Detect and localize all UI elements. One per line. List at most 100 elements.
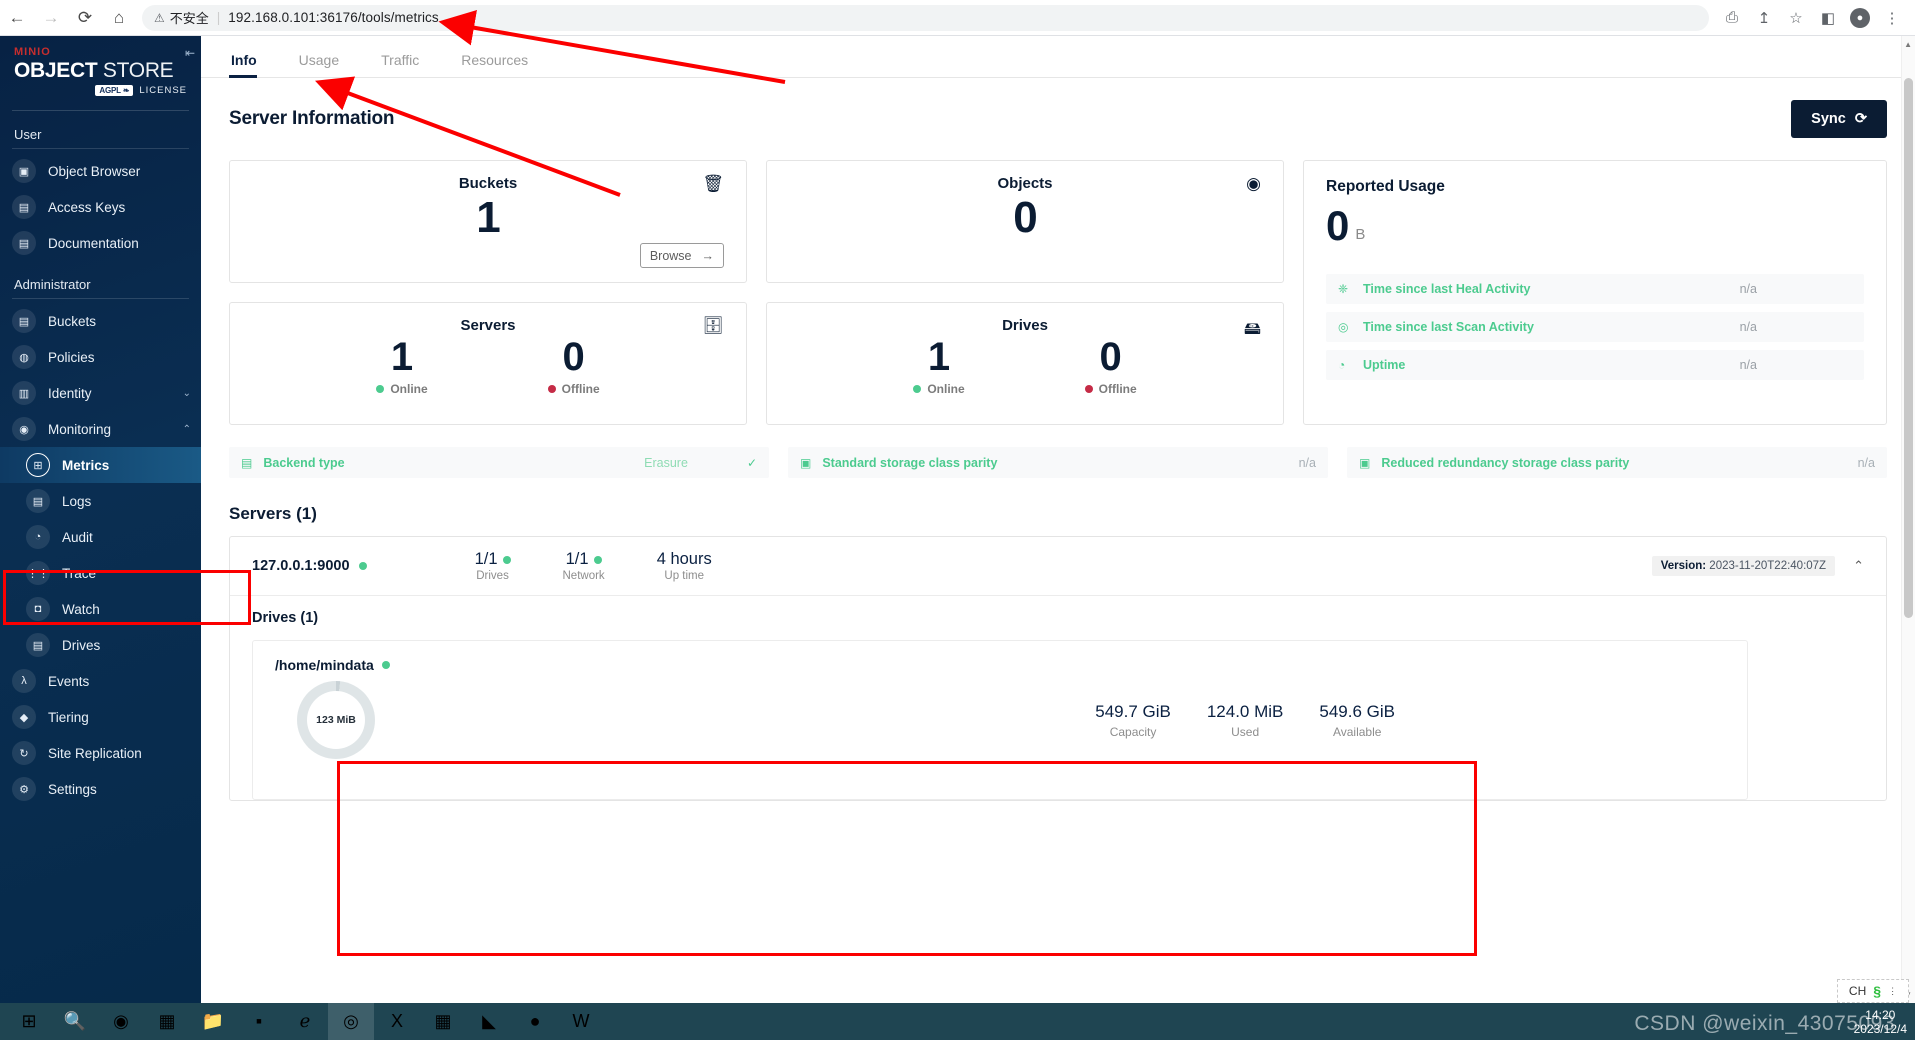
sidebar-item-policies[interactable]: ◍ Policies: [0, 339, 201, 375]
sidebar-item-monitoring[interactable]: ◉ Monitoring ⌃: [0, 411, 201, 447]
drives-icon: ▤: [26, 633, 50, 657]
sidebar-item-label: Logs: [62, 493, 92, 509]
remote-desktop-icon[interactable]: ▦: [144, 1003, 190, 1040]
wechat-icon[interactable]: ●: [512, 1003, 558, 1040]
sync-button[interactable]: Sync ⟳: [1791, 100, 1887, 138]
kebab-menu-icon[interactable]: ⋮: [1877, 3, 1907, 33]
scroll-up-icon[interactable]: ▲: [1904, 40, 1912, 49]
servers-online-label: Online: [390, 382, 428, 396]
taskbar-items: ⊞ 🔍 ◉ ▦ 📁 ▪ ℯ ◎ X ▦ ◣ ● W: [6, 1003, 604, 1040]
reported-usage-value: 0 B: [1326, 204, 1864, 248]
scrollbar-thumb[interactable]: [1904, 78, 1913, 618]
chevron-down-icon[interactable]: ⌄: [183, 388, 191, 399]
tab-info[interactable]: Info: [229, 52, 275, 78]
side-panel-icon[interactable]: ◧: [1813, 3, 1843, 33]
sidebar-item-label: Monitoring: [48, 421, 112, 437]
trace-icon: ⋮⋮: [26, 561, 50, 585]
address-bar[interactable]: ⚠ 不安全 | 192.168.0.101:36176/tools/metric…: [142, 4, 1709, 31]
sidebar-item-site-replication[interactable]: ↻ Site Replication: [0, 735, 201, 771]
parity-row: ▤ Backend type Erasure ✓ ▣ Standard storage c…: [229, 447, 1887, 478]
server-metric: 1/1 Network: [563, 550, 605, 582]
logo-object-store: OBJECT STORE: [14, 58, 187, 83]
translate-icon[interactable]: ⎙: [1717, 3, 1747, 33]
heal-activity-icon: ❈: [1338, 282, 1349, 296]
sidebar-item-tiering[interactable]: ◆ Tiering: [0, 699, 201, 735]
parity-item: ▣ Standard storage class parity n/a: [788, 447, 1328, 478]
browse-button[interactable]: Browse →: [639, 243, 724, 268]
sidebar-item-documentation[interactable]: ▤ Documentation: [0, 225, 201, 261]
license-label: LICENSE: [139, 85, 187, 96]
drives-offline-label: Offline: [1098, 382, 1137, 396]
usage-row-label: Time since last Scan Activity: [1363, 320, 1534, 334]
sidebar-group-divider: [12, 148, 189, 149]
xftp-icon[interactable]: ◣: [466, 1003, 512, 1040]
sidebar-item-events[interactable]: λ Events: [0, 663, 201, 699]
servers-online: 1 Online: [376, 334, 428, 396]
sidebar-group-label: User: [14, 127, 42, 142]
monitoring-icon: ◉: [12, 417, 36, 441]
sidebar-item-watch[interactable]: ◘ Watch: [0, 591, 201, 627]
excel-icon[interactable]: X: [374, 1003, 420, 1040]
server-metric-label: Up time: [664, 570, 705, 582]
sidebar-item-access-keys[interactable]: ▤ Access Keys: [0, 189, 201, 225]
tiering-layers-icon: ◆: [12, 705, 36, 729]
drives-title: Drives: [1002, 317, 1048, 334]
chrome-browser-icon[interactable]: ◎: [328, 1003, 374, 1040]
usage-row-value: n/a: [1739, 320, 1757, 334]
internet-explorer-icon[interactable]: ℯ: [282, 1003, 328, 1040]
chevron-up-icon[interactable]: ⌃: [1853, 558, 1864, 574]
share-icon[interactable]: ↥: [1749, 3, 1779, 33]
terminal-icon[interactable]: ▪: [236, 1003, 282, 1040]
file-explorer-icon[interactable]: 📁: [190, 1003, 236, 1040]
parity-value: Erasure: [644, 455, 688, 470]
word-icon[interactable]: W: [558, 1003, 604, 1040]
sidebar-item-settings[interactable]: ⚙ Settings: [0, 771, 201, 807]
tab-resources[interactable]: Resources: [459, 52, 546, 77]
drive-card: /home/mindata 123 MiB 549.7 GiB Capacity 1…: [252, 640, 1748, 800]
access-keys-icon: ▤: [12, 195, 36, 219]
page-scrollbar[interactable]: ▲ ▼: [1901, 36, 1915, 1003]
parity-item: ▤ Backend type Erasure ✓: [229, 447, 769, 478]
sidebar-item-buckets[interactable]: ▤ Buckets: [0, 303, 201, 339]
xshell-icon[interactable]: ▦: [420, 1003, 466, 1040]
drive-stat-label: Available: [1332, 724, 1382, 739]
sidebar-item-identity[interactable]: ▥ Identity ⌄: [0, 375, 201, 411]
search-icon[interactable]: 🔍: [52, 1003, 98, 1040]
ime-status-bar[interactable]: CH § ⋮: [1837, 979, 1909, 1003]
profile-avatar-icon[interactable]: ●: [1845, 3, 1875, 33]
sidebar-item-label: Object Browser: [48, 163, 141, 179]
tab-usage[interactable]: Usage: [297, 52, 357, 77]
forward-arrow-icon[interactable]: →: [34, 1, 68, 35]
license-row: AGPL ❧ LICENSE: [14, 85, 187, 96]
sidebar-item-object-browser[interactable]: ▣ Object Browser: [0, 153, 201, 189]
drives-online-value: 1: [927, 335, 951, 379]
summary-grid: Buckets 🗑 1 Browse → Objects ◉ 0 Servers…: [229, 160, 1887, 425]
drives-subsection-title: Drives (1): [252, 610, 319, 626]
windows-start-icon[interactable]: ⊞: [6, 1003, 52, 1040]
tab-traffic[interactable]: Traffic: [379, 52, 437, 77]
scan-activity-icon: ◎: [1338, 320, 1349, 334]
metric-status-dot: [502, 555, 511, 564]
back-arrow-icon[interactable]: ←: [0, 1, 34, 35]
sidebar-item-label: Drives: [62, 637, 101, 653]
version-label: Version:: [1660, 560, 1707, 572]
home-icon[interactable]: ⌂: [102, 1, 136, 35]
sogou-ime-icon[interactable]: §: [1873, 983, 1881, 999]
edge-browser-icon[interactable]: ◉: [98, 1003, 144, 1040]
sidebar-item-drives[interactable]: ▤ Drives: [0, 627, 201, 663]
chevron-up-icon[interactable]: ⌃: [183, 424, 191, 435]
sidebar-item-trace[interactable]: ⋮⋮ Trace: [0, 555, 201, 591]
browser-toolbar: ← → ⟳ ⌂ ⚠ 不安全 | 192.168.0.101:36176/tool…: [0, 0, 1915, 36]
sidebar-item-audit[interactable]: ◔ Audit: [0, 519, 201, 555]
objects-title: Objects: [997, 175, 1053, 192]
collapse-sidebar-icon[interactable]: ⇤: [185, 46, 195, 60]
sidebar-item-label: Watch: [62, 601, 100, 617]
sidebar-item-logs[interactable]: ▤ Logs: [0, 483, 201, 519]
sidebar-item-metrics[interactable]: ⊞ Metrics: [0, 447, 201, 483]
star-icon[interactable]: ☆: [1781, 3, 1811, 33]
drives-counts: 1 Online 0 Offline: [789, 334, 1261, 396]
summary-left-column: Buckets 🗑 1 Browse → Objects ◉ 0 Servers…: [229, 160, 1284, 425]
ime-expand-icon[interactable]: ⋮: [1888, 986, 1897, 997]
usage-number: 0: [1326, 202, 1350, 249]
reload-icon[interactable]: ⟳: [68, 1, 102, 35]
